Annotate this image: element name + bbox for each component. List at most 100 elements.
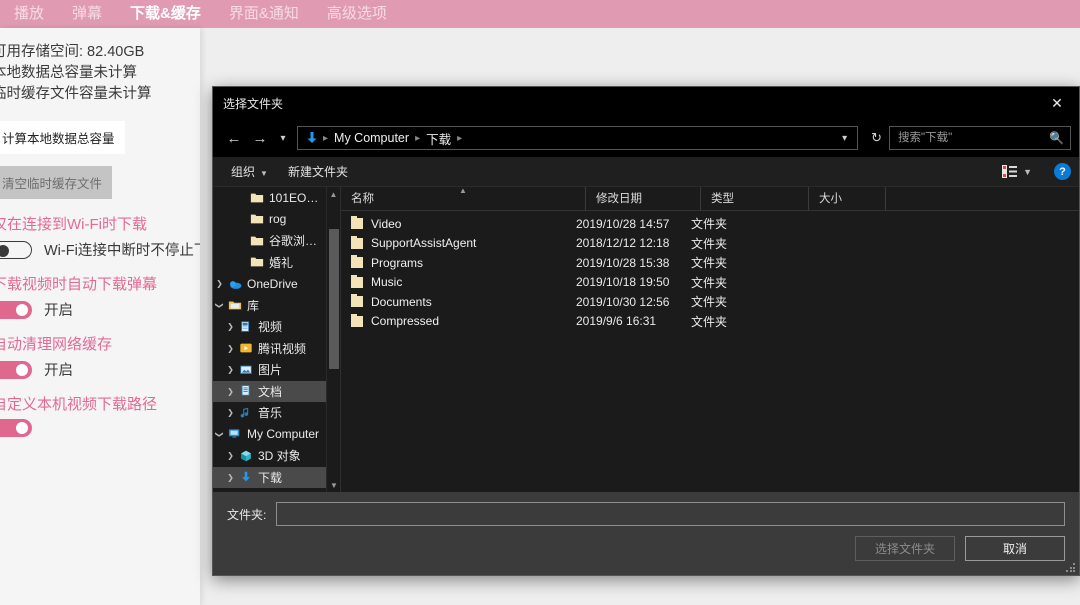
folder-icon [248,212,265,226]
clear-temp-cache-button[interactable]: 清空临时缓存文件 [0,166,113,199]
column-header-1[interactable]: 修改日期 [586,186,701,211]
tree-item-13[interactable]: ❯ 下载 [213,466,326,488]
view-layout-icon[interactable] [1002,165,1018,178]
scroll-up-icon[interactable]: ▲ [327,187,340,201]
downloads-icon [304,130,320,146]
tree-item-1[interactable]: rog [213,209,326,231]
option-group-0: 仅在连接到Wi-Fi时下载 Wi-Fi连接中断时不停止下载 [0,213,200,260]
resize-grip[interactable] [1066,563,1076,573]
dialog-titlebar[interactable]: 选择文件夹 ✕ [213,87,1079,119]
chevron-right-icon[interactable]: ❯ [224,473,237,482]
tree-item-label: 下载 [258,470,283,485]
cancel-button[interactable]: 取消 [965,536,1065,561]
tab-3[interactable]: 界面&通知 [215,0,313,28]
tree-item-2[interactable]: 谷歌浏览器下载 [213,230,326,252]
new-folder-button[interactable]: 新建文件夹 [278,163,358,180]
chevron-right-icon[interactable]: ❯ [224,451,237,460]
breadcrumb[interactable]: ▸ My Computer ▸ 下载 ▸ ▾ [297,126,859,150]
tree-item-11[interactable]: ❯ My Computer [213,424,326,446]
option-toggle-3[interactable] [0,419,32,437]
option-title-3: 自定义本机视频下载路径 [0,396,158,413]
breadcrumb-separator: ▸ [323,132,329,144]
file-name: Documents [371,294,432,309]
chevron-right-icon[interactable]: ❯ [224,344,237,353]
option-toggle-2[interactable] [0,360,32,379]
column-header-2[interactable]: 类型 [701,186,809,211]
option-title-1: 下载视频时自动下载弹幕 [0,276,158,293]
chevron-down-icon[interactable]: ❯ [215,428,224,441]
chevron-right-icon[interactable]: ❯ [224,387,237,396]
breadcrumb-item-1[interactable]: 下载 [421,129,456,148]
chevron-down-icon[interactable]: ❯ [215,299,224,312]
help-icon[interactable]: ? [1054,163,1071,180]
file-name: Music [371,275,403,290]
file-row[interactable]: SupportAssistAgent 2018/12/12 12:18 文件夹 [341,234,1079,254]
folder-input[interactable] [276,502,1065,526]
refresh-icon[interactable]: ↻ [864,130,889,146]
tree-item-4[interactable]: ❯ OneDrive [213,273,326,295]
file-list: Video 2019/10/28 14:57 文件夹 SupportAssistAge… [341,211,1079,492]
search-icon[interactable]: 🔍 [1049,131,1064,145]
scroll-down-icon[interactable]: ▼ [327,478,340,492]
download-cache-settings-panel: 可用存储空间: 82.40GB 本地数据总容量未计算 临时缓存文件容量未计算 计算本… [0,28,200,605]
view-chevron-down-icon[interactable]: ▼ [1017,167,1040,177]
arrow-right-icon[interactable]: → [247,125,273,151]
tree-item-label: My Computer [247,427,320,442]
file-modified: 2019/10/30 12:56 [576,294,670,309]
select-folder-button[interactable]: 选择文件夹 [855,536,955,561]
option-group-1: 下载视频时自动下载弹幕开启 [0,273,200,320]
option-toggle-0[interactable] [0,240,32,259]
file-name: Video [371,216,402,231]
file-modified: 2019/10/18 19:50 [576,275,670,290]
chevron-right-icon[interactable]: ❯ [213,279,226,288]
tree-item-3[interactable]: 婚礼 [213,252,326,274]
scrollbar-thumb[interactable] [329,229,339,369]
option-toggle-1[interactable] [0,300,32,319]
breadcrumb-chevron-down-icon[interactable]: ▾ [836,133,853,144]
file-row[interactable]: Compressed 2019/9/6 16:31 文件夹 [341,312,1079,332]
chevron-right-icon[interactable]: ❯ [224,365,237,374]
option-state-label-1: 开启 [44,303,73,319]
storage-info-line-2: 临时缓存文件容量未计算 [0,86,152,102]
folder-icon [351,274,363,288]
tree-item-0[interactable]: 101EOS5D [213,187,326,209]
breadcrumb-item-0[interactable]: My Computer [329,131,414,145]
file-row[interactable]: Video 2019/10/28 14:57 文件夹 [341,214,1079,234]
tab-0[interactable]: 播放 [0,0,58,28]
file-type: 文件夹 [691,236,728,251]
tree-scrollbar[interactable]: ▲ ▼ [326,187,340,492]
arrow-left-icon[interactable]: ← [221,125,247,151]
tree-item-8[interactable]: ❯ 图片 [213,359,326,381]
tree-item-5[interactable]: ❯ 库 [213,295,326,317]
chevron-right-icon[interactable]: ❯ [224,408,237,417]
tree-item-10[interactable]: ❯ 音乐 [213,402,326,424]
tab-4[interactable]: 高级选项 [313,0,401,28]
file-row[interactable]: Programs 2019/10/28 15:38 文件夹 [341,253,1079,273]
storage-info-block: 可用存储空间: 82.40GB 本地数据总容量未计算 临时缓存文件容量未计算 [0,28,200,105]
chevron-right-icon[interactable]: ❯ [224,322,237,331]
file-type: 文件夹 [691,314,728,329]
column-header-3[interactable]: 大小 [809,186,886,211]
chevron-down-icon: ▼ [260,169,268,178]
folder-icon [351,313,363,327]
tree-item-7[interactable]: ❯ 腾讯视频 [213,338,326,360]
dialog-button-row: 选择文件夹 取消 [213,536,1079,575]
tab-2[interactable]: 下载&缓存 [116,0,215,28]
tree-item-9[interactable]: ❯ 文档 [213,380,326,402]
option-title-0: 仅在连接到Wi-Fi时下载 [0,216,147,233]
tree-item-12[interactable]: ❯ 3D 对象 [213,445,326,467]
folder-icon [248,255,265,269]
storage-action-buttons: 计算本地数据总容量 清空临时缓存文件 [0,121,200,199]
search-box[interactable]: 🔍 [889,126,1071,150]
file-row[interactable]: Documents 2019/10/30 12:56 文件夹 [341,292,1079,312]
option-state-label-2: 开启 [44,363,73,379]
downloads-icon [237,470,254,484]
calculate-local-data-button[interactable]: 计算本地数据总容量 [0,121,125,154]
tree-item-6[interactable]: ❯ 视频 [213,316,326,338]
organize-button[interactable]: 组织 ▼ [221,163,278,180]
file-row[interactable]: Music 2019/10/18 19:50 文件夹 [341,273,1079,293]
recent-locations-chevron-down-icon[interactable]: ▾ [273,125,293,151]
close-icon[interactable]: ✕ [1035,87,1079,119]
search-input[interactable] [896,131,1050,145]
tab-1[interactable]: 弹幕 [58,0,116,28]
